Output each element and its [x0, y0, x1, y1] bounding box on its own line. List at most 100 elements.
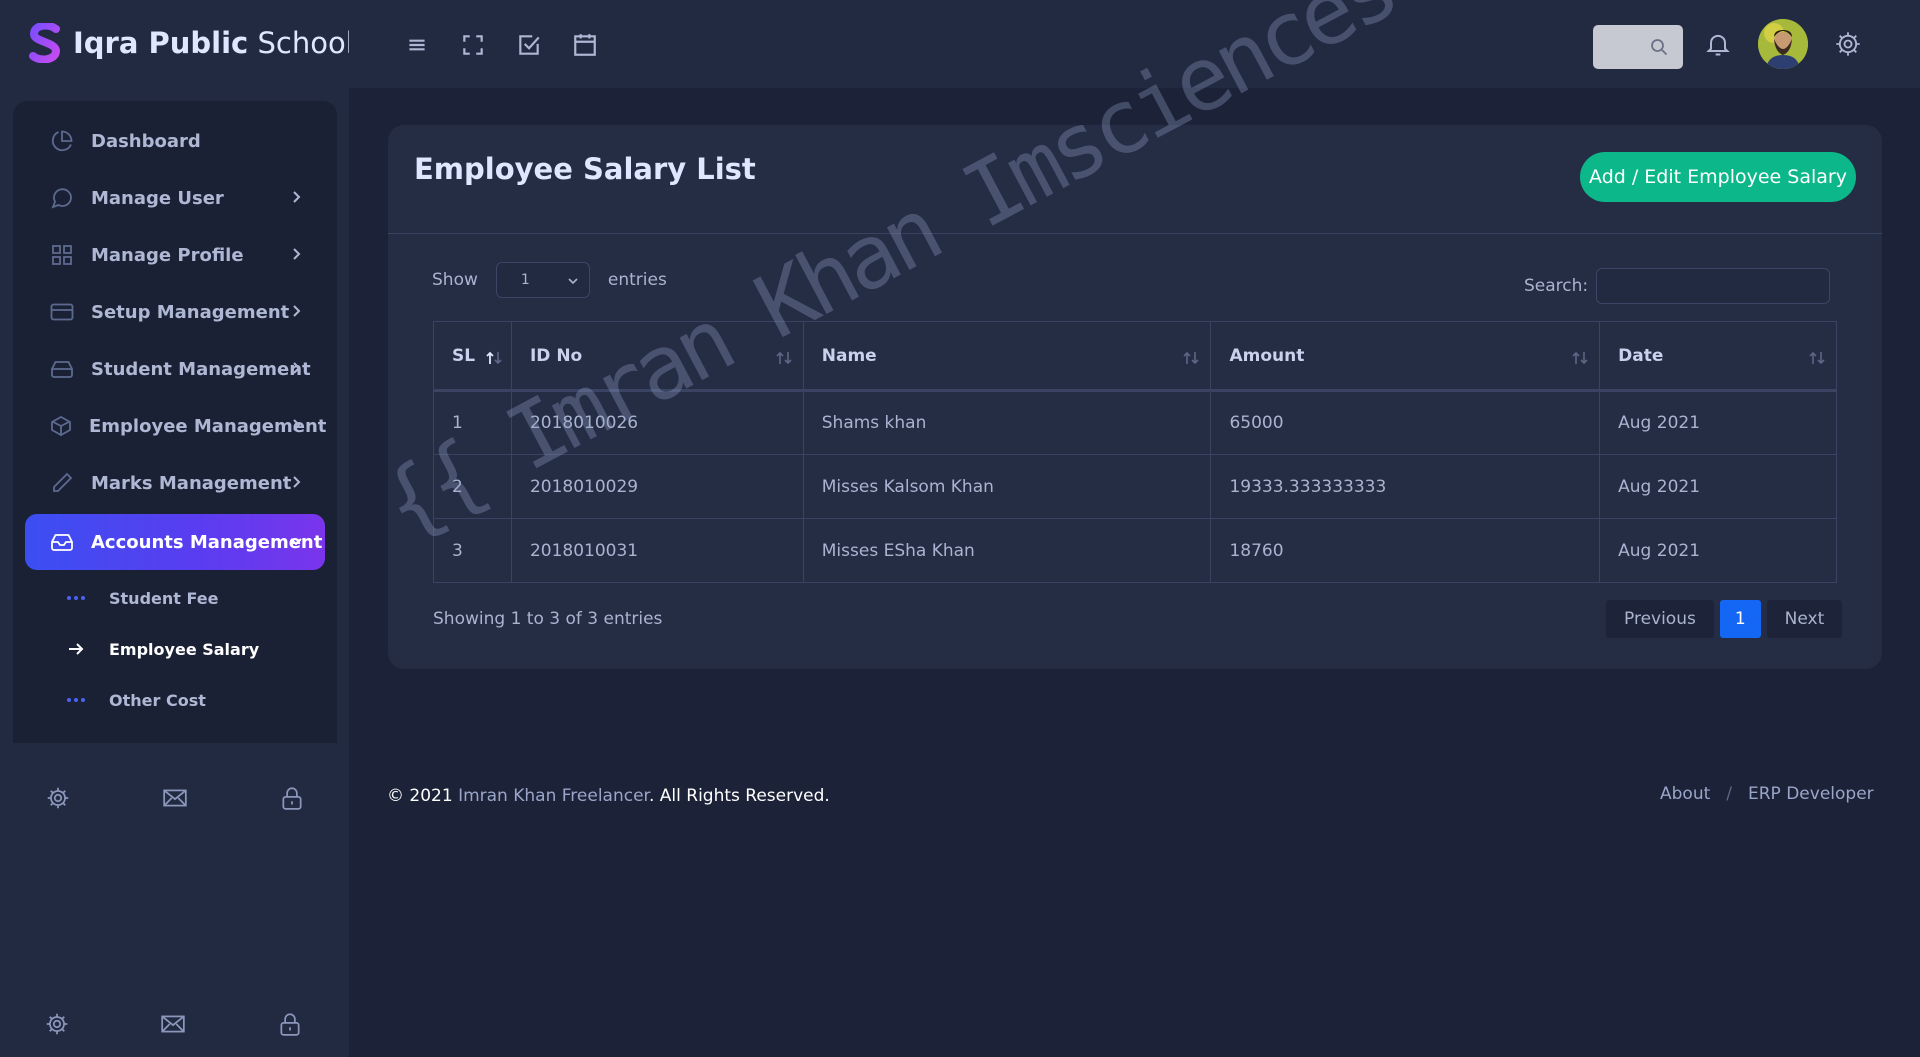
sort-icon	[776, 351, 792, 365]
submenu-item-student-fee[interactable]: Student Fee	[67, 583, 218, 613]
credit-card-icon	[49, 299, 75, 325]
topbar-search[interactable]	[1593, 25, 1683, 69]
sidebar-item-label: Manage Profile	[91, 244, 244, 266]
sidebar-item-label: Marks Management	[91, 472, 292, 494]
settings-gear-icon[interactable]	[1834, 30, 1862, 58]
show-label: Show	[432, 270, 478, 290]
chevron-right-icon	[293, 419, 301, 431]
cell-date: Aug 2021	[1599, 454, 1837, 519]
package-icon	[49, 413, 73, 439]
chevron-right-icon	[293, 191, 301, 203]
table-row: 1 2018010026 Shams khan 65000 Aug 2021	[433, 390, 1837, 455]
lock-icon[interactable]	[277, 1011, 303, 1037]
chevron-down-icon	[568, 278, 578, 285]
search-input[interactable]	[1596, 268, 1831, 304]
entries-length-value: 1	[520, 272, 530, 288]
footer-link-erp-developer[interactable]: ERP Developer	[1748, 784, 1874, 804]
mail-icon[interactable]	[162, 785, 188, 811]
entries-length-select[interactable]: 1	[495, 262, 590, 298]
sidebar-item-student-management[interactable]: Student Management	[25, 343, 325, 395]
entries-label: entries	[607, 270, 667, 290]
sort-icon	[1809, 351, 1825, 365]
sidebar-item-manage-profile[interactable]: Manage Profile	[25, 229, 325, 281]
sidebar-item-marks-management[interactable]: Marks Management	[25, 457, 325, 509]
grid-icon	[49, 242, 75, 268]
cell-name: Shams khan	[802, 390, 1212, 455]
calendar-icon[interactable]	[572, 32, 598, 58]
chevron-right-icon	[293, 248, 301, 260]
checkbox-icon[interactable]	[516, 32, 542, 58]
submenu-item-label: Student Fee	[109, 588, 219, 608]
lock-icon[interactable]	[279, 785, 305, 811]
cell-name: Misses ESha Khan	[802, 518, 1212, 583]
hamburger-menu-icon[interactable]	[404, 32, 430, 58]
logo-icon	[29, 23, 61, 63]
gear-icon[interactable]	[44, 1011, 70, 1037]
avatar[interactable]	[1758, 19, 1808, 69]
table-row: 2 2018010029 Misses Kalsom Khan 19333.33…	[433, 454, 1837, 519]
cell-date: Aug 2021	[1599, 390, 1837, 455]
column-header-amount[interactable]: Amount	[1210, 321, 1601, 392]
copyright-link[interactable]: Imran Khan Freelancer	[458, 786, 649, 806]
fullscreen-icon[interactable]	[460, 32, 486, 58]
sidebar-item-dashboard[interactable]: Dashboard	[25, 115, 325, 167]
pie-chart-icon	[49, 128, 75, 154]
copyright-suffix: . All Rights Reserved.	[648, 786, 830, 806]
column-header-date[interactable]: Date	[1599, 321, 1837, 392]
table-header-row: SL ID No Name Amount Date	[433, 321, 1837, 392]
chevron-right-icon	[293, 476, 301, 488]
sidebar-item-accounts-management[interactable]: Accounts Management	[25, 514, 325, 570]
footer-link-about[interactable]: About	[1660, 784, 1710, 804]
table-info: Showing 1 to 3 of 3 entries	[433, 609, 663, 629]
sidebar-item-employee-management[interactable]: Employee Management	[25, 400, 326, 452]
cell-id-no: 2018010026	[510, 390, 804, 455]
cell-date: Aug 2021	[1599, 518, 1837, 583]
dots-icon	[67, 596, 87, 600]
submenu-item-label: Other Cost	[109, 690, 206, 710]
chevron-right-icon	[293, 362, 301, 374]
sidebar-item-label: Manage User	[91, 187, 224, 209]
mail-icon[interactable]	[160, 1011, 186, 1037]
chat-bubble-icon	[49, 185, 75, 211]
brand[interactable]: Iqra Public School	[28, 22, 354, 64]
user-photo	[1758, 19, 1808, 69]
sidebar: Iqra Public School Dashboard Manage User…	[0, 0, 354, 1057]
column-header-label: Name	[821, 345, 877, 366]
sidebar-item-setup-management[interactable]: Setup Management	[25, 286, 325, 338]
add-edit-salary-button[interactable]: Add / Edit Employee Salary	[1580, 152, 1856, 202]
table-row: 3 2018010031 Misses ESha Khan 18760 Aug …	[433, 518, 1837, 583]
pagination: Previous 1 Next	[1606, 600, 1843, 638]
column-header-name[interactable]: Name	[802, 321, 1212, 392]
inbox-icon	[49, 529, 75, 555]
sidebar-menu: Dashboard Manage User Manage Profile Set…	[13, 101, 337, 743]
sidebar-item-label: Accounts Management	[91, 531, 323, 553]
sidebar-item-manage-user[interactable]: Manage User	[25, 172, 325, 224]
gear-icon[interactable]	[45, 785, 71, 811]
column-header-id-no[interactable]: ID No	[510, 321, 804, 392]
bell-icon[interactable]	[1704, 30, 1732, 58]
submenu-item-other-cost[interactable]: Other Cost	[67, 685, 206, 715]
footer-separator: /	[1726, 784, 1732, 804]
copyright-prefix: © 2021	[387, 786, 453, 806]
next-page-button[interactable]: Next	[1766, 600, 1843, 638]
previous-page-button[interactable]: Previous	[1606, 600, 1714, 638]
cell-amount: 18760	[1210, 518, 1601, 583]
column-header-sl[interactable]: SL	[433, 321, 512, 392]
cell-sl: 1	[433, 390, 512, 455]
hard-drive-icon	[49, 356, 75, 382]
copyright: © 2021 Imran Khan Freelancer. All Rights…	[387, 786, 830, 806]
salary-list-card: Employee Salary List Add / Edit Employee…	[388, 125, 1882, 669]
sidebar-item-label: Setup Management	[91, 301, 290, 323]
column-header-label: Amount	[1229, 345, 1305, 366]
column-header-label: ID No	[529, 345, 583, 366]
chevron-down-icon	[290, 538, 302, 546]
page-1-button[interactable]: 1	[1719, 600, 1761, 638]
column-header-label: SL	[452, 345, 476, 366]
submenu-item-employee-salary[interactable]: Employee Salary	[67, 634, 259, 664]
search-label: Search:	[1524, 276, 1589, 296]
cell-name: Misses Kalsom Khan	[802, 454, 1212, 519]
search-icon	[1651, 39, 1668, 56]
table-search: Search:	[1524, 267, 1831, 305]
sidebar-footer-actions-bottom	[0, 1003, 349, 1043]
cell-sl: 2	[433, 454, 512, 519]
